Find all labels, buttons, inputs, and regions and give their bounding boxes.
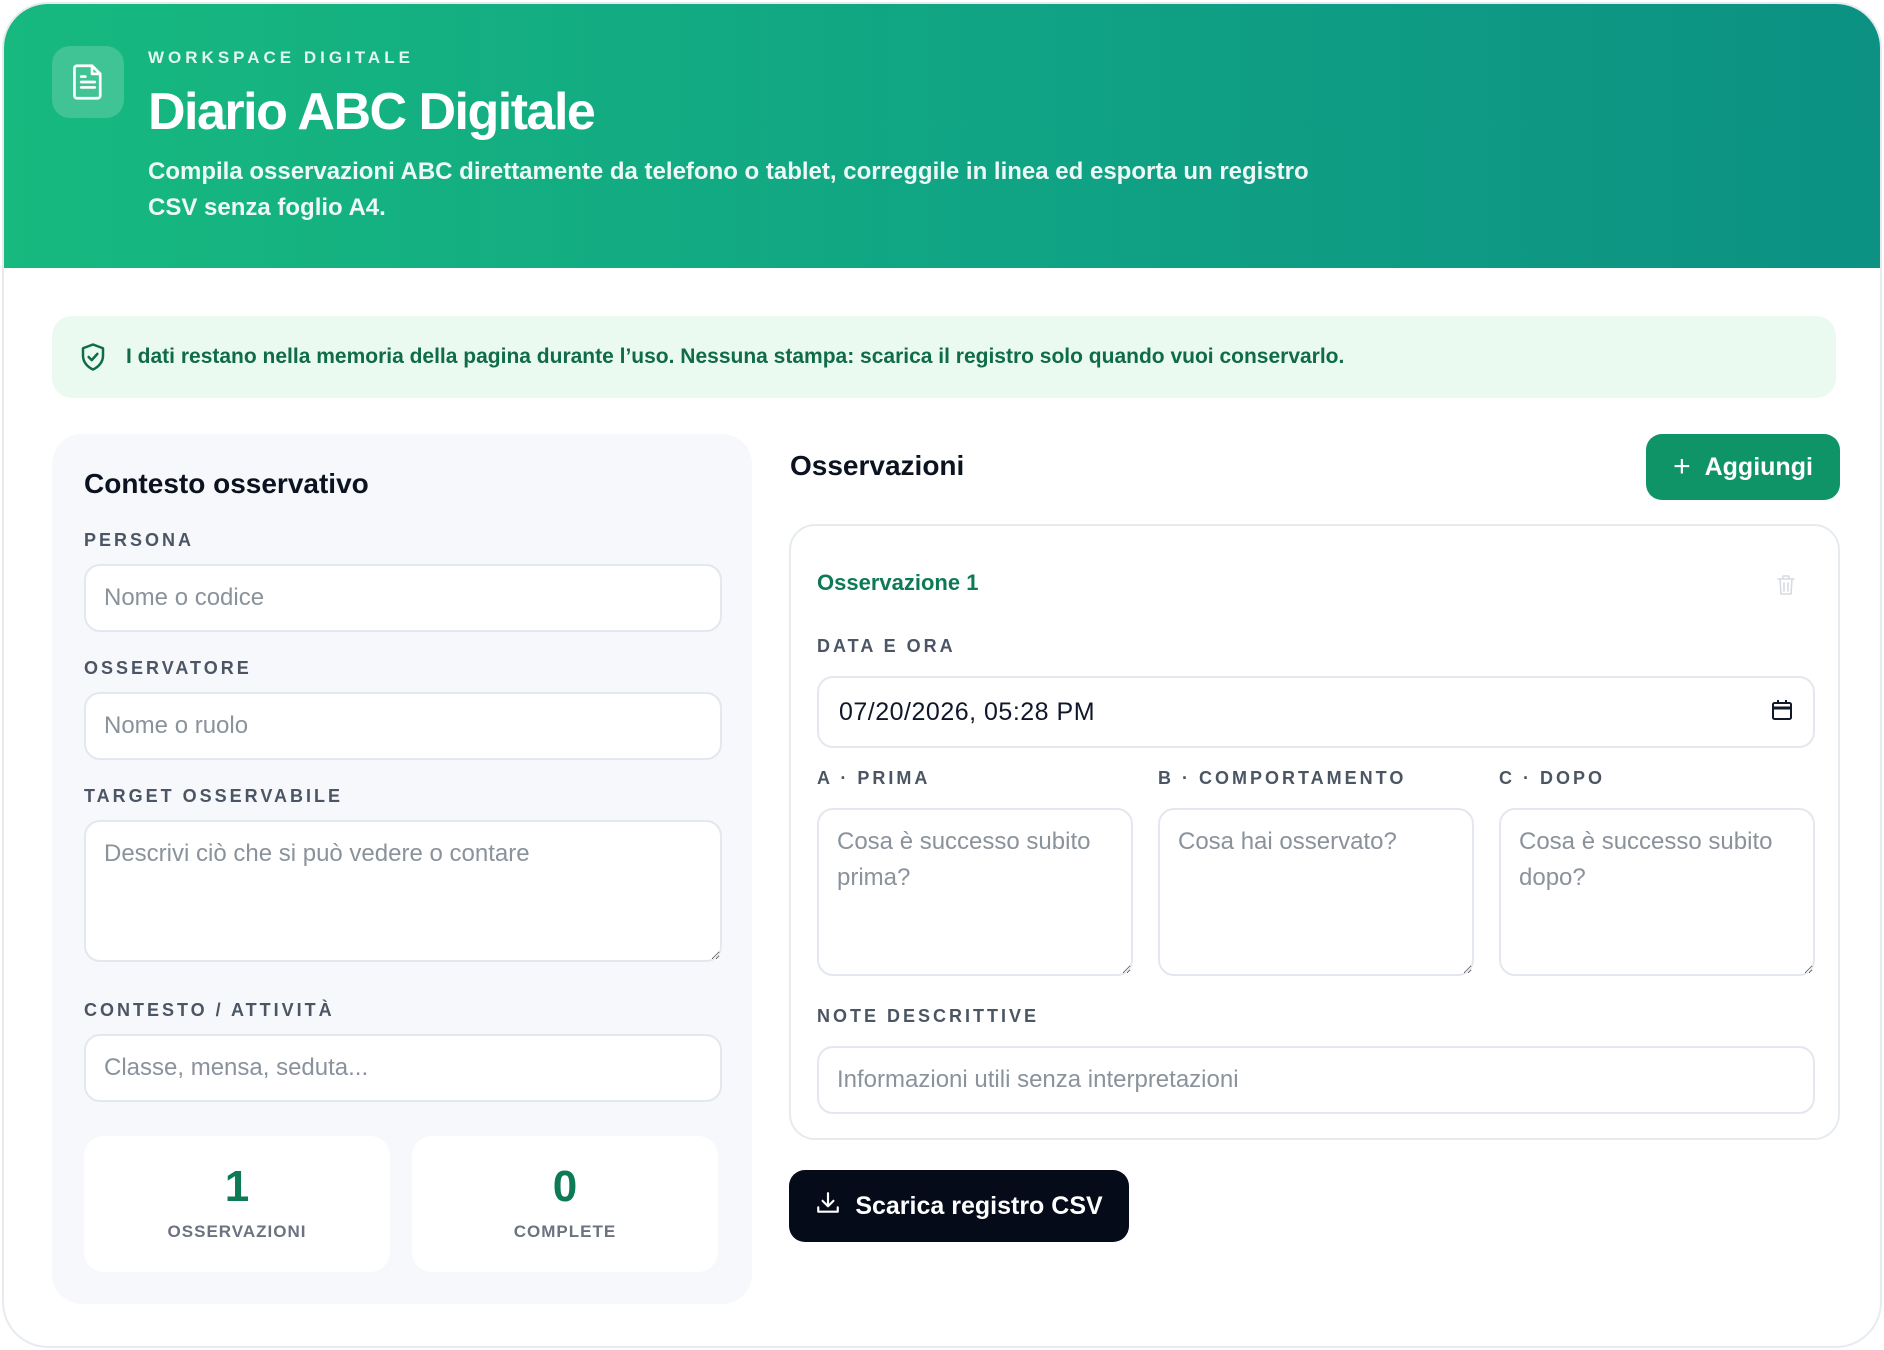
datetime-value: 07/20/2026, 05:28 PM bbox=[839, 697, 1096, 726]
download-icon bbox=[815, 1190, 841, 1223]
osservatore-label: OSSERVATORE bbox=[84, 658, 252, 678]
context-panel: Contesto osservativo PERSONA OSSERVATORE… bbox=[52, 434, 752, 1304]
stat-value: 1 bbox=[224, 1162, 250, 1211]
behavior-label: B · COMPORTAMENTO bbox=[1158, 768, 1407, 788]
notice-text: I dati restano nella memoria della pagin… bbox=[126, 345, 1345, 368]
page-subtitle: Compila osservazioni ABC direttamente da… bbox=[148, 158, 1309, 221]
contesto-label: CONTESTO / ATTIVITÀ bbox=[84, 1000, 335, 1020]
trash-icon[interactable] bbox=[1771, 570, 1801, 600]
antecedent-label: A · PRIMA bbox=[817, 768, 931, 788]
persona-label: PERSONA bbox=[84, 530, 195, 550]
datetime-input[interactable]: 07/20/2026, 05:28 PM bbox=[817, 676, 1815, 748]
page-header: WORKSPACE DIGITALE Diario ABC Digitale C… bbox=[4, 4, 1880, 268]
target-textarea[interactable] bbox=[84, 820, 722, 962]
behavior-textarea[interactable] bbox=[1158, 808, 1474, 976]
page-title: Diario ABC Digitale bbox=[148, 83, 596, 141]
app-window: WORKSPACE DIGITALE Diario ABC Digitale C… bbox=[2, 2, 1882, 1348]
download-button-label: Scarica registro CSV bbox=[855, 1191, 1103, 1220]
notes-label: NOTE DESCRITTIVE bbox=[817, 1006, 1040, 1026]
privacy-notice: I dati restano nella memoria della pagin… bbox=[52, 316, 1836, 398]
header-eyebrow: WORKSPACE DIGITALE bbox=[148, 48, 414, 67]
consequence-textarea[interactable] bbox=[1499, 808, 1815, 976]
notes-input[interactable] bbox=[817, 1046, 1815, 1114]
document-icon bbox=[52, 46, 124, 118]
observations-heading: Osservazioni bbox=[790, 450, 965, 481]
add-button-label: Aggiungi bbox=[1704, 452, 1813, 481]
antecedent-textarea[interactable] bbox=[817, 808, 1133, 976]
osservatore-input[interactable] bbox=[84, 692, 722, 760]
consequence-label: C · DOPO bbox=[1499, 768, 1606, 788]
contesto-input[interactable] bbox=[84, 1034, 722, 1102]
stat-label: OSSERVAZIONI bbox=[167, 1222, 307, 1241]
stat-value: 0 bbox=[552, 1162, 578, 1211]
target-label: TARGET OSSERVABILE bbox=[84, 786, 344, 806]
datetime-label: DATA E ORA bbox=[817, 636, 956, 656]
shield-check-icon bbox=[78, 342, 108, 372]
observation-title: Osservazione 1 bbox=[817, 570, 979, 595]
persona-input[interactable] bbox=[84, 564, 722, 632]
observation-card: Osservazione 1 DATA E ORA 07/20/2026, 05… bbox=[789, 524, 1840, 1140]
stat-label: COMPLETE bbox=[513, 1222, 617, 1241]
plus-icon: + bbox=[1673, 450, 1691, 483]
stat-card-complete: 0 COMPLETE bbox=[412, 1136, 718, 1272]
add-observation-button[interactable]: + Aggiungi bbox=[1646, 434, 1840, 500]
stat-card-osservazioni: 1 OSSERVAZIONI bbox=[84, 1136, 390, 1272]
download-csv-button[interactable]: Scarica registro CSV bbox=[789, 1170, 1129, 1242]
calendar-icon[interactable] bbox=[1771, 699, 1793, 726]
context-panel-title: Contesto osservativo bbox=[84, 468, 369, 499]
